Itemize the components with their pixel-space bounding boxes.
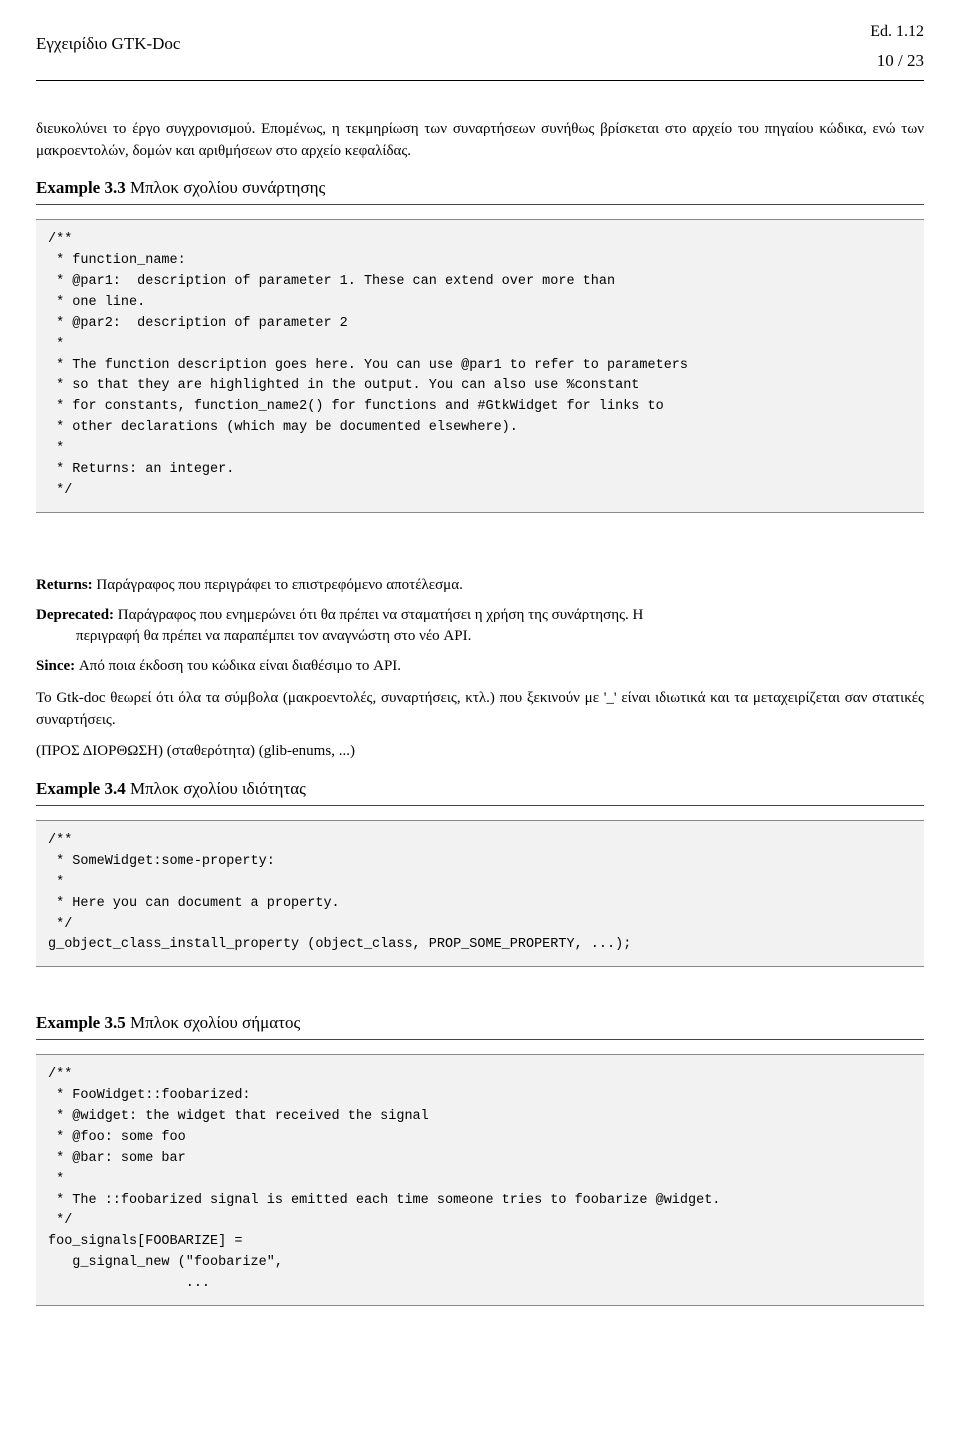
def-desc: Παράγραφος που περιγράφει το επιστρεφόμε… [93,577,463,593]
example-title: Μπλοκ σχολίου σήματος [126,1013,300,1032]
example-3-5-code: /** * FooWidget::foobarized: * @widget: … [36,1054,924,1306]
example-3-4-code: /** * SomeWidget:some-property: * * Here… [36,820,924,968]
spacer [36,983,924,997]
header-right: Ed. 1.12 10 / 23 [870,20,924,74]
paragraph-fixme: (ΠΡΟΣ ΔΙΟΡΘΩΣΗ) (σταθερότητα) (glib-enum… [36,741,924,763]
paragraph-private-symbols: Το Gtk-doc θεωρεί ότι όλα τα σύμβολα (μα… [36,688,924,732]
intro-paragraph: διευκολύνει το έργο συγχρονισμού. Επομέν… [36,119,924,163]
doc-title: Εγχειρίδιο GTK-Doc [36,20,180,57]
def-since: Since: Από ποια έκδοση του κώδικα είναι … [36,656,924,678]
page-header: Εγχειρίδιο GTK-Doc Ed. 1.12 10 / 23 [36,20,924,81]
example-title: Μπλοκ σχολίου ιδιότητας [126,779,306,798]
definition-list: Returns: Παράγραφος που περιγράφει το επ… [36,575,924,678]
example-3-3-code: /** * function_name: * @par1: descriptio… [36,219,924,513]
example-3-3-heading: Example 3.3 Μπλοκ σχολίου συνάρτησης [36,176,924,205]
example-label: Example 3.4 [36,779,126,798]
spacer [36,529,924,565]
example-label: Example 3.5 [36,1013,126,1032]
example-3-4-heading: Example 3.4 Μπλοκ σχολίου ιδιότητας [36,777,924,806]
def-desc: Από ποια έκδοση του κώδικα είναι διαθέσι… [75,658,401,674]
def-deprecated: Deprecated: Παράγραφος που ενημερώνει ότ… [36,605,924,649]
example-label: Example 3.3 [36,178,126,197]
def-term: Returns: [36,577,93,593]
def-term: Since: [36,658,75,674]
def-desc-cont: περιγραφή θα πρέπει να παραπέμπει τον αν… [36,626,924,648]
example-title: Μπλοκ σχολίου συνάρτησης [126,178,326,197]
def-desc: Παράγραφος που ενημερώνει ότι θα πρέπει … [114,607,643,623]
edition-label: Ed. 1.12 [870,20,924,43]
def-term: Deprecated: [36,607,114,623]
example-3-5-heading: Example 3.5 Μπλοκ σχολίου σήματος [36,1011,924,1040]
page: Εγχειρίδιο GTK-Doc Ed. 1.12 10 / 23 διευ… [0,0,960,1358]
def-returns: Returns: Παράγραφος που περιγράφει το επ… [36,575,924,597]
page-number: 10 / 23 [870,49,924,74]
